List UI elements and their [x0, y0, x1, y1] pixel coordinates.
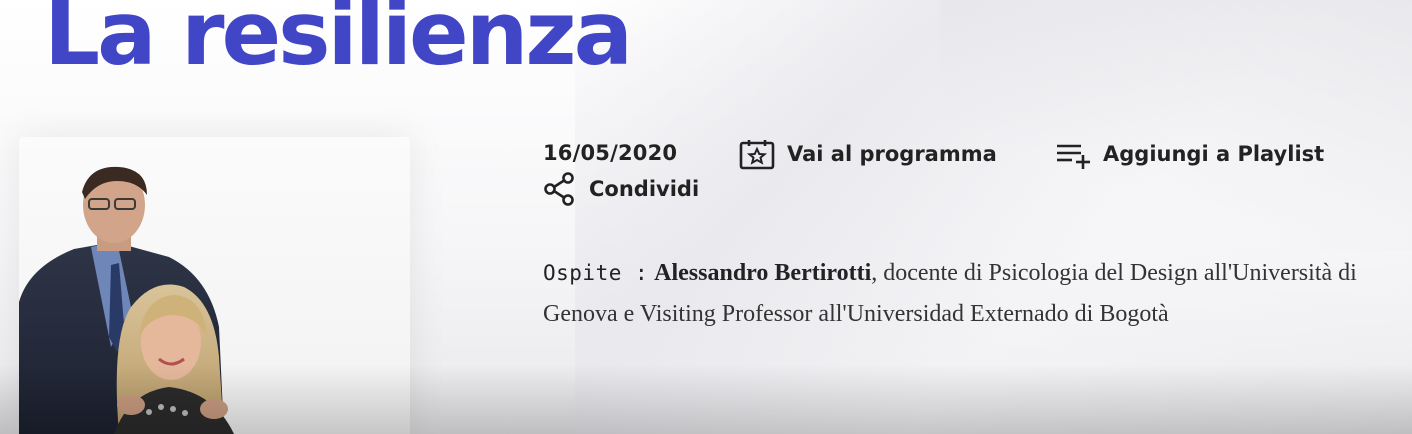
background-decoration [575, 0, 1412, 434]
share-button[interactable]: Condividi [543, 172, 699, 206]
playlist-add-icon [1057, 144, 1090, 169]
page-title: La resilienza [44, 0, 633, 85]
add-to-playlist-label: Aggiungi a Playlist [1103, 142, 1325, 166]
go-to-program-label: Vai al programma [787, 142, 997, 166]
share-icon [544, 172, 574, 206]
guest-name: Alessandro Bertirotti [654, 260, 872, 286]
calendar-star-icon [739, 140, 775, 170]
episode-description: Ospite : Alessandro Bertirotti, docente … [543, 253, 1393, 335]
go-to-program-button[interactable]: Vai al programma [739, 138, 997, 170]
share-label: Condividi [589, 177, 700, 201]
presenters-image [19, 166, 234, 434]
add-to-playlist-button[interactable]: Aggiungi a Playlist [1055, 138, 1324, 170]
episode-thumbnail[interactable] [19, 137, 410, 434]
episode-date: 16/05/2020 [543, 141, 678, 165]
background-decoration-top [940, 0, 1412, 250]
meta-row-share: Condividi [543, 172, 843, 206]
guest-label: Ospite : [543, 261, 649, 285]
meta-row: 16/05/2020 Vai al programma Aggiungi a P… [543, 138, 1393, 170]
